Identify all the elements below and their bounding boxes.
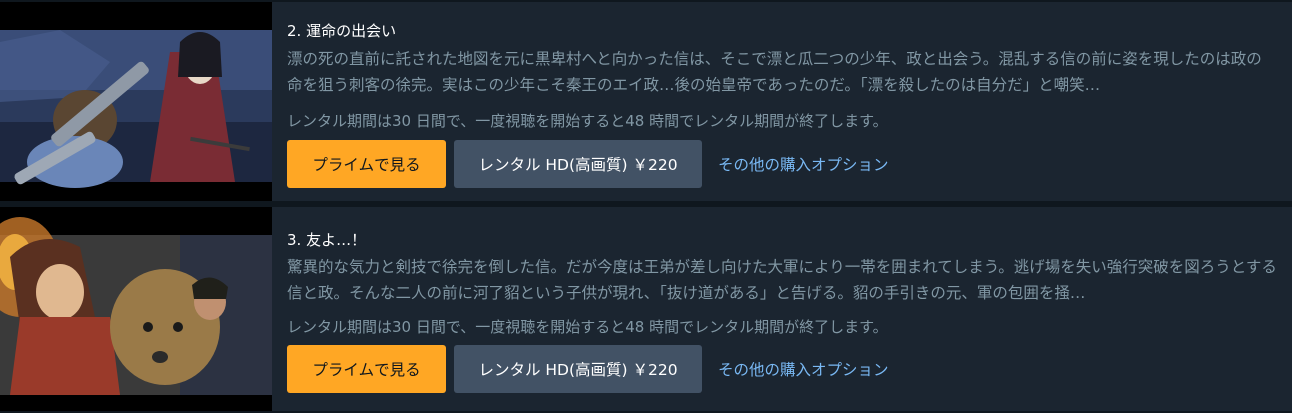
episode-title[interactable]: 3. 友よ…！ [287,229,366,250]
episode-thumbnail-image [0,2,272,201]
episode-card: 3. 友よ…！ 驚異的な気力と剣技で徐完を倒した信。だが今度は王弟が差し向けた大… [0,207,1292,411]
rental-period-note: レンタル期間は30 日間で、一度視聴を開始すると48 時間でレンタル期間が終了し… [287,112,888,130]
episode-list: 2. 運命の出会い 漂の死の直前に託された地図を元に黒卑村へと向かった信は、そこ… [0,0,1292,413]
episode-card: 2. 運命の出会い 漂の死の直前に託された地図を元に黒卑村へと向かった信は、そこ… [0,2,1292,201]
watch-with-prime-button[interactable]: プライムで見る [287,140,446,188]
episode-thumbnail-image [0,207,272,411]
rent-hd-button[interactable]: レンタル HD(高画質) ￥220 [454,140,702,188]
watch-with-prime-button[interactable]: プライムで見る [287,345,446,393]
rent-hd-button[interactable]: レンタル HD(高画質) ￥220 [454,345,702,393]
more-purchase-options-link[interactable]: その他の購入オプション [718,345,889,393]
episode-title[interactable]: 2. 運命の出会い [287,20,396,41]
episode-synopsis: 漂の死の直前に託された地図を元に黒卑村へと向かった信は、そこで漂と瓜二つの少年、… [287,50,1262,94]
more-purchase-options-link[interactable]: その他の購入オプション [718,140,889,188]
episode-thumbnail[interactable] [0,2,272,201]
rental-period-note: レンタル期間は30 日間で、一度視聴を開始すると48 時間でレンタル期間が終了し… [287,318,888,336]
episode-thumbnail[interactable] [0,207,272,411]
episode-synopsis: 驚異的な気力と剣技で徐完を倒した信。だが今度は王弟が差し向けた大軍により一帯を囲… [287,258,1277,302]
